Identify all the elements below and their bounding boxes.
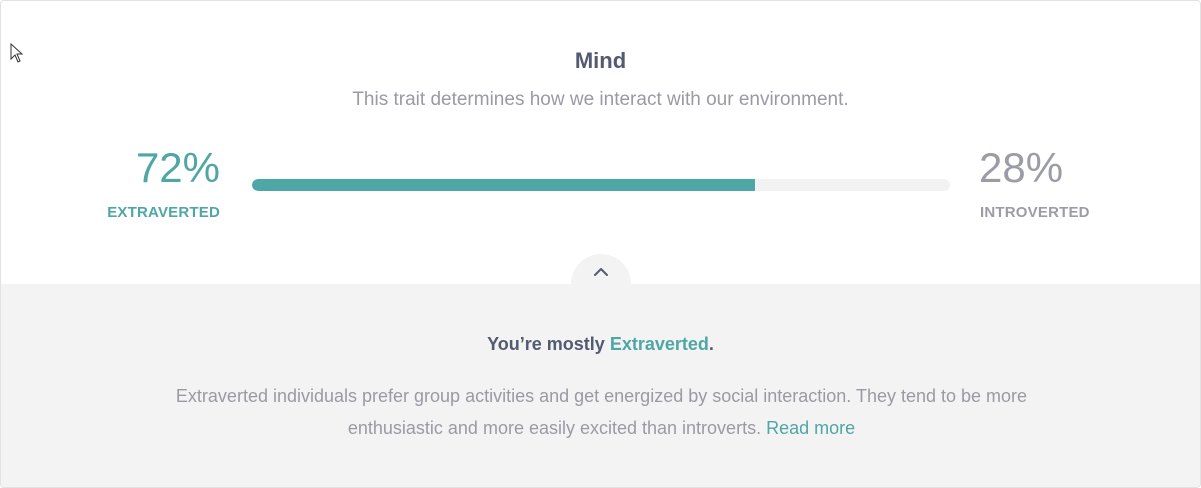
trait-subtitle: This trait determines how we interact wi…: [352, 89, 849, 110]
collapse-toggle-button[interactable]: [571, 254, 631, 314]
trait-title: Mind: [574, 48, 627, 73]
dominant-trait-suffix: .: [708, 334, 714, 354]
introverted-label: INTROVERTED: [980, 204, 1090, 221]
dominant-trait-statement: You’re mostly Extraverted.: [1, 334, 1200, 355]
read-more-link[interactable]: Read more: [766, 418, 855, 438]
extraverted-percent: 72%: [135, 144, 220, 191]
trait-progress-bar: [252, 179, 950, 191]
trait-description-text: Extraverted individuals prefer group act…: [175, 386, 1028, 438]
personality-trait-card: Mind This trait determines how we intera…: [0, 0, 1201, 488]
chevron-up-icon: [594, 268, 608, 276]
trait-progress-fill: [252, 179, 755, 191]
dominant-trait-name: Extraverted: [609, 334, 709, 354]
trait-description: Extraverted individuals prefer group act…: [141, 380, 1062, 444]
extraverted-label: EXTRAVERTED: [107, 204, 220, 221]
introverted-percent: 28%: [979, 144, 1064, 191]
dominant-trait-prefix: You’re mostly: [487, 334, 610, 354]
